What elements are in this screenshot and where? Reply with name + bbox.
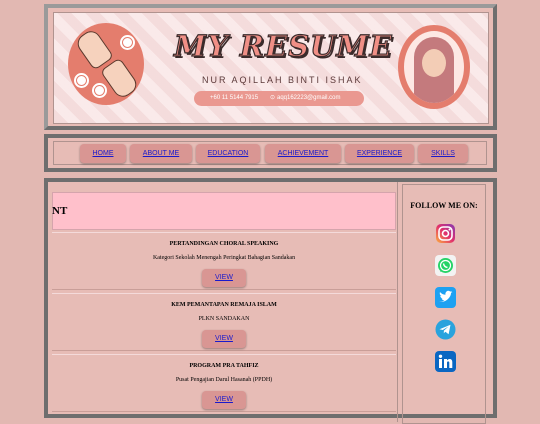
- owner-name: NUR AQILLAH BINTI ISHAK: [202, 75, 363, 85]
- header-banner: MY RESUME NUR AQILLAH BINTI ISHAK +60 11…: [53, 12, 489, 124]
- achievement-subtitle: PLKN SANDAKAN: [198, 316, 250, 322]
- achievement-card: KEM PEMANTAPAN REMAJA ISLAM PLKN SANDAKA…: [52, 293, 396, 351]
- nav-skills[interactable]: SKILLS: [418, 144, 468, 163]
- achievement-subtitle: Pusat Pengajian Darul Hasanah (PPDH): [175, 377, 273, 383]
- email-text: aqq162223@gmail.com: [277, 95, 341, 101]
- nav-home[interactable]: HOME: [80, 144, 126, 163]
- linkedin-icon[interactable]: [435, 351, 456, 372]
- main-frame: EMENT PERTANDINGAN CHORAL SPEAKING Kateg…: [44, 178, 497, 424]
- section-title: EMENT: [52, 205, 68, 217]
- achievement-title: KEM PEMANTAPAN REMAJA ISLAM: [171, 302, 277, 308]
- navigation-bar: HOME ABOUT ME EDUCATION ACHIEVEMENT EXPE…: [53, 141, 487, 165]
- profile-photo-frame: [398, 25, 470, 109]
- section-header: EMENT: [52, 192, 396, 230]
- achievement-subtitle: Kategori Sekolah Menengah Peringkat Baha…: [152, 255, 296, 261]
- follow-me-label: FOLLOW ME ON:: [410, 201, 478, 210]
- navigation-frame: HOME ABOUT ME EDUCATION ACHIEVEMENT EXPE…: [44, 134, 497, 172]
- whatsapp-icon[interactable]: [435, 255, 456, 276]
- achievement-content[interactable]: EMENT PERTANDINGAN CHORAL SPEAKING Kateg…: [52, 184, 396, 424]
- nav-education[interactable]: EDUCATION: [196, 144, 260, 163]
- henna-hands-illustration: [68, 23, 144, 105]
- contact-pill: +60 11 5144 7915 ⊙ aqq162223@gmail.com: [194, 91, 364, 106]
- nav-about-me[interactable]: ABOUT ME: [130, 144, 192, 163]
- view-button[interactable]: VIEW: [202, 391, 246, 409]
- nav-achievement[interactable]: ACHIEVEMENT: [265, 144, 341, 163]
- header-banner-frame: MY RESUME NUR AQILLAH BINTI ISHAK +60 11…: [44, 4, 497, 130]
- nav-experience[interactable]: EXPERIENCE: [345, 144, 414, 163]
- achievement-card: PROGRAM PRA TAHFIZ Pusat Pengajian Darul…: [52, 354, 396, 412]
- view-button[interactable]: VIEW: [202, 269, 246, 287]
- instagram-icon[interactable]: [435, 223, 456, 244]
- column-divider: [397, 182, 398, 422]
- achievement-title: PROGRAM PRA TAHFIZ: [189, 363, 259, 369]
- telegram-icon[interactable]: [435, 319, 456, 340]
- achievement-card: PERTANDINGAN CHORAL SPEAKING Kategori Se…: [52, 232, 396, 290]
- achievement-title: PERTANDINGAN CHORAL SPEAKING: [169, 241, 279, 247]
- phone-text: +60 11 5144 7915: [210, 95, 259, 101]
- view-button[interactable]: VIEW: [202, 330, 246, 348]
- twitter-icon[interactable]: [435, 287, 456, 308]
- social-sidebar: FOLLOW ME ON:: [402, 184, 486, 424]
- email-icon: ⊙: [270, 95, 276, 101]
- profile-photo: [404, 31, 464, 103]
- resume-title: MY RESUME: [173, 28, 393, 63]
